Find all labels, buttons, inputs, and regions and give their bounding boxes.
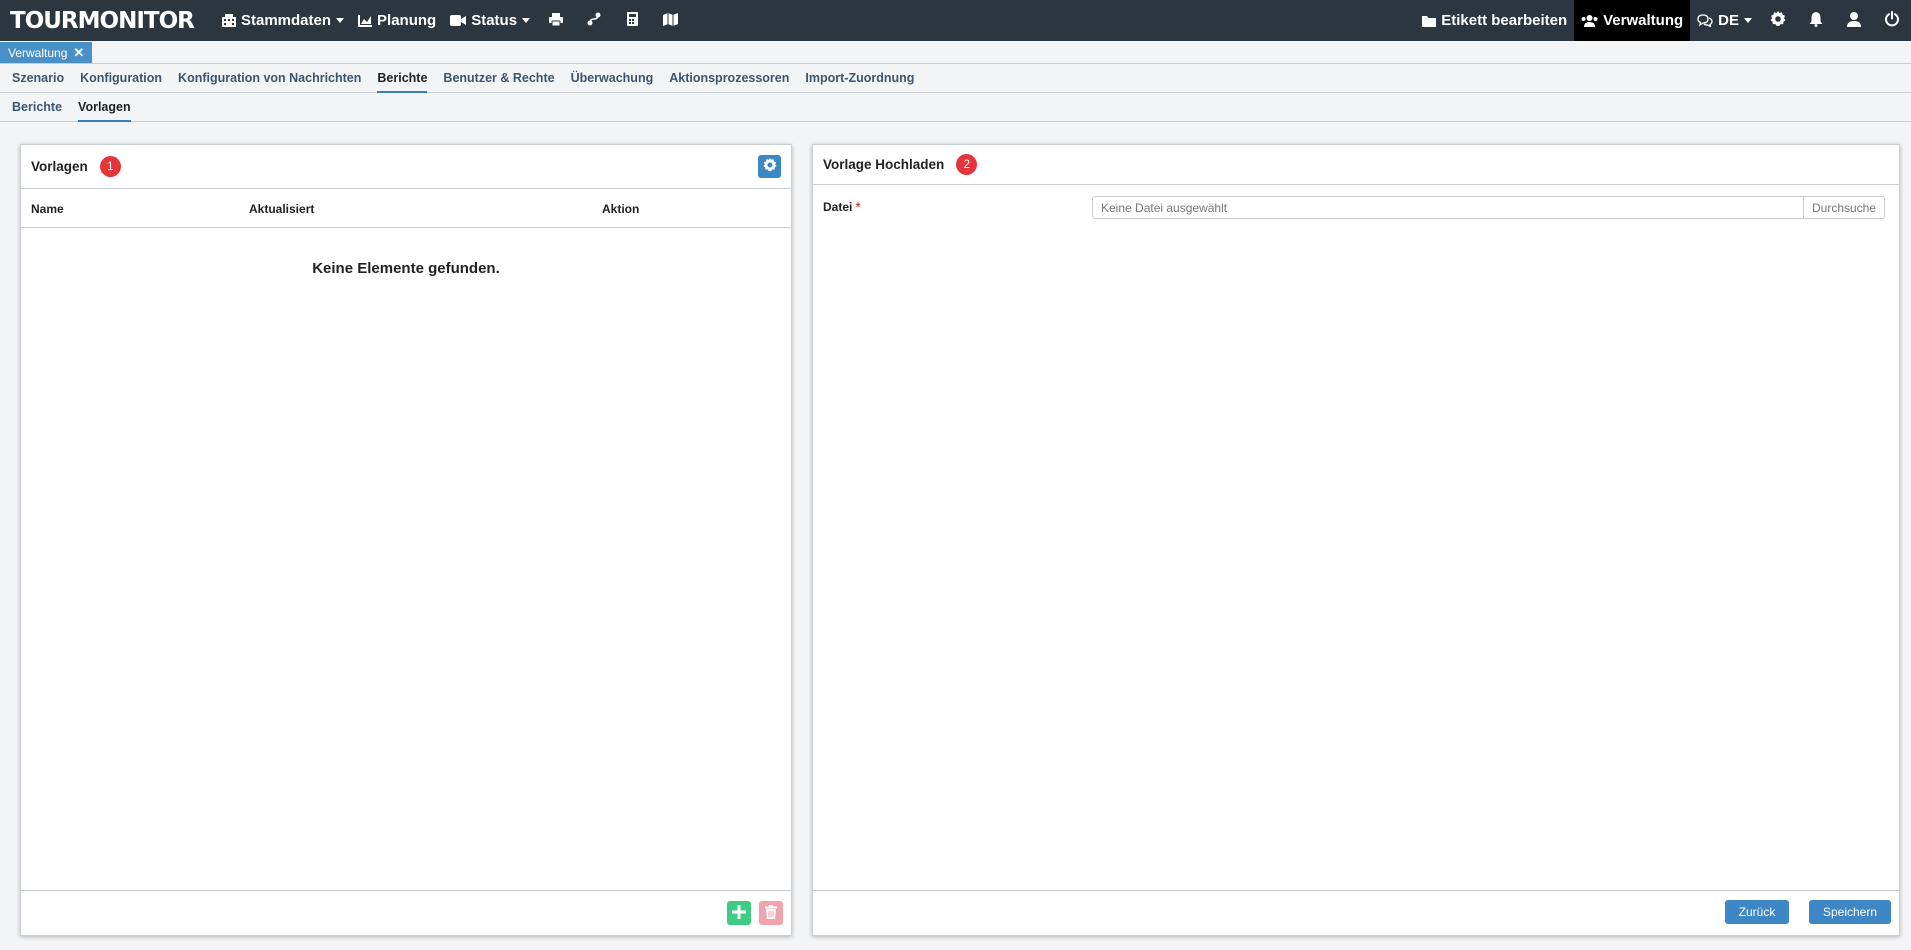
subsection-tabs: Berichte Vorlagen: [0, 93, 1911, 122]
language-label: DE: [1718, 12, 1739, 29]
planung-menu[interactable]: Planung: [351, 0, 443, 41]
video-icon: [450, 15, 467, 26]
open-tabs-bar: Verwaltung ✕: [0, 41, 1911, 64]
column-header-action: Aktion: [602, 202, 640, 216]
file-input[interactable]: Keine Datei ausgewählt: [1092, 196, 1804, 219]
status-menu[interactable]: Status: [443, 0, 537, 41]
templates-panel-footer: [21, 890, 791, 935]
planung-label: Planung: [377, 12, 437, 29]
notifications-button[interactable]: [1797, 0, 1835, 41]
bell-icon: [1809, 11, 1823, 30]
gear-icon: [762, 158, 777, 175]
step-badge: 1: [99, 156, 121, 177]
tab-konfiguration-nachrichten[interactable]: Konfiguration von Nachrichten: [170, 64, 369, 92]
tab-import-zuordnung[interactable]: Import-Zuordnung: [797, 64, 922, 92]
folder-icon: [1422, 15, 1437, 27]
upload-panel-header: Vorlage Hochladen 2: [813, 145, 1899, 185]
upload-panel-footer: Zurück Speichern: [813, 890, 1899, 935]
column-header-updated[interactable]: Aktualisiert: [249, 202, 314, 216]
chevron-down-icon: [1744, 18, 1752, 23]
map-icon: [662, 12, 678, 29]
route-icon: [587, 12, 601, 29]
verwaltung-tab-label: Verwaltung: [8, 45, 68, 60]
trash-icon: [765, 904, 777, 922]
table-settings-button[interactable]: [758, 155, 781, 178]
back-button[interactable]: Zurück: [1725, 900, 1789, 924]
map-button[interactable]: [651, 0, 689, 41]
save-button[interactable]: Speichern: [1809, 900, 1891, 924]
add-template-button[interactable]: [727, 901, 751, 925]
templates-panel: Vorlagen 1 Name Aktualisiert Aktion Kein…: [20, 144, 792, 936]
chevron-down-icon: [336, 18, 345, 23]
edit-label-button[interactable]: Etikett bearbeiten: [1415, 0, 1574, 41]
main-menu: Stammdaten Planung Status: [215, 0, 689, 41]
user-menu: Etikett bearbeiten Verwaltung DE: [1415, 0, 1911, 41]
building-icon: [222, 14, 236, 27]
calculator-button[interactable]: [613, 0, 651, 41]
tab-szenario[interactable]: Szenario: [4, 64, 72, 92]
edit-label-text: Etikett bearbeiten: [1441, 12, 1568, 29]
file-label-text: Datei: [823, 200, 853, 214]
section-tabs: Szenario Konfiguration Konfiguration von…: [0, 64, 1911, 93]
settings-button[interactable]: [1759, 0, 1797, 41]
chart-icon: [358, 14, 373, 27]
verwaltung-tab[interactable]: Verwaltung ✕: [0, 42, 93, 63]
top-navbar: TOURMONITOR Stammdaten Planung Status Et…: [0, 0, 1911, 41]
file-field-label: Datei *: [823, 200, 860, 214]
user-icon: [1847, 11, 1861, 30]
verwaltung-button[interactable]: Verwaltung: [1574, 0, 1691, 41]
status-label: Status: [471, 12, 518, 29]
tab-berichte[interactable]: Berichte: [369, 64, 435, 93]
delete-template-button[interactable]: [759, 901, 783, 925]
language-selector[interactable]: DE: [1690, 0, 1759, 41]
subtab-vorlagen[interactable]: Vorlagen: [70, 93, 139, 122]
tab-aktionsprozessoren[interactable]: Aktionsprozessoren: [661, 64, 797, 92]
tab-ueberwachung[interactable]: Überwachung: [563, 64, 662, 92]
print-icon: [549, 12, 564, 29]
empty-table-message: Keine Elemente gefunden.: [312, 260, 500, 277]
upload-panel-title: Vorlage Hochladen: [823, 157, 945, 172]
subtab-berichte[interactable]: Berichte: [4, 93, 70, 121]
gear-icon: [1770, 11, 1786, 30]
print-button[interactable]: [537, 0, 575, 41]
route-button[interactable]: [575, 0, 613, 41]
calculator-icon: [626, 12, 638, 29]
upload-template-panel: Vorlage Hochladen 2 Datei * Keine Datei …: [812, 144, 1900, 936]
verwaltung-label: Verwaltung: [1603, 12, 1684, 29]
chevron-down-icon: [522, 18, 531, 23]
plus-icon: [732, 904, 746, 922]
chat-icon: [1697, 14, 1713, 27]
power-icon: [1884, 11, 1900, 30]
templates-panel-header: Vorlagen 1: [21, 145, 791, 189]
stammdaten-menu[interactable]: Stammdaten: [215, 0, 351, 41]
users-icon: [1581, 14, 1598, 27]
templates-panel-title: Vorlagen: [31, 159, 88, 174]
tab-benutzer-rechte[interactable]: Benutzer & Rechte: [435, 64, 562, 92]
column-header-name[interactable]: Name: [31, 202, 64, 216]
step-badge: 2: [956, 154, 978, 175]
app-logo[interactable]: TOURMONITOR: [10, 8, 215, 34]
required-marker: *: [855, 200, 861, 214]
profile-button[interactable]: [1835, 0, 1873, 41]
logout-button[interactable]: [1873, 0, 1911, 41]
browse-button[interactable]: Durchsuche: [1803, 196, 1885, 219]
tab-konfiguration[interactable]: Konfiguration: [72, 64, 170, 92]
close-icon[interactable]: ✕: [73, 45, 84, 61]
stammdaten-label: Stammdaten: [241, 12, 332, 29]
table-header: Name Aktualisiert Aktion: [21, 189, 791, 228]
